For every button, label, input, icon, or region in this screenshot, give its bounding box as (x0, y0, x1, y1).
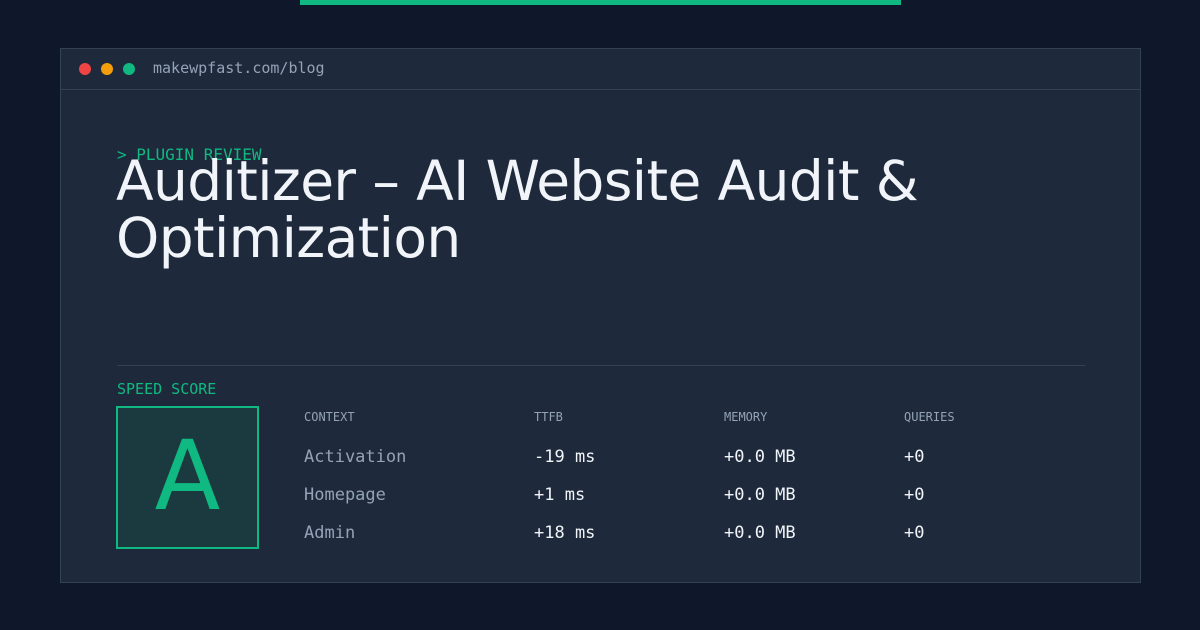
row-homepage-memory: +0.0 MB (724, 485, 796, 505)
row-admin-ttfb: +18 ms (534, 523, 596, 543)
browser-window: makewpfast.com/blog > PLUGIN REVIEW Audi… (60, 48, 1141, 583)
row-admin-context: Admin (304, 523, 356, 543)
row-homepage-queries: +0 (904, 485, 925, 505)
row-homepage-context: Homepage (304, 485, 386, 505)
column-header-queries: QUERIES (904, 410, 955, 424)
column-header-memory: MEMORY (724, 410, 768, 424)
url-text: makewpfast.com/blog (153, 59, 325, 77)
column-header-ttfb: TTFB (534, 410, 563, 424)
row-activation-ttfb: -19 ms (534, 447, 596, 467)
window-titlebar: makewpfast.com/blog (61, 49, 1140, 90)
column-header-context: CONTEXT (304, 410, 355, 424)
minimize-dot-icon (101, 63, 113, 75)
row-admin-queries: +0 (904, 523, 925, 543)
speed-grade-badge: A (116, 406, 259, 549)
row-activation-queries: +0 (904, 447, 925, 467)
maximize-dot-icon (123, 63, 135, 75)
speed-score-label: SPEED SCORE (117, 380, 217, 398)
post-title: Auditizer – AI Website Audit & Optimizat… (116, 149, 919, 270)
section-divider (117, 365, 1085, 366)
top-accent-bar (300, 0, 901, 5)
row-homepage-ttfb: +1 ms (534, 485, 586, 505)
row-activation-memory: +0.0 MB (724, 447, 796, 467)
row-activation-context: Activation (304, 447, 407, 467)
speed-grade-letter: A (154, 420, 221, 532)
close-dot-icon (79, 63, 91, 75)
row-admin-memory: +0.0 MB (724, 523, 796, 543)
